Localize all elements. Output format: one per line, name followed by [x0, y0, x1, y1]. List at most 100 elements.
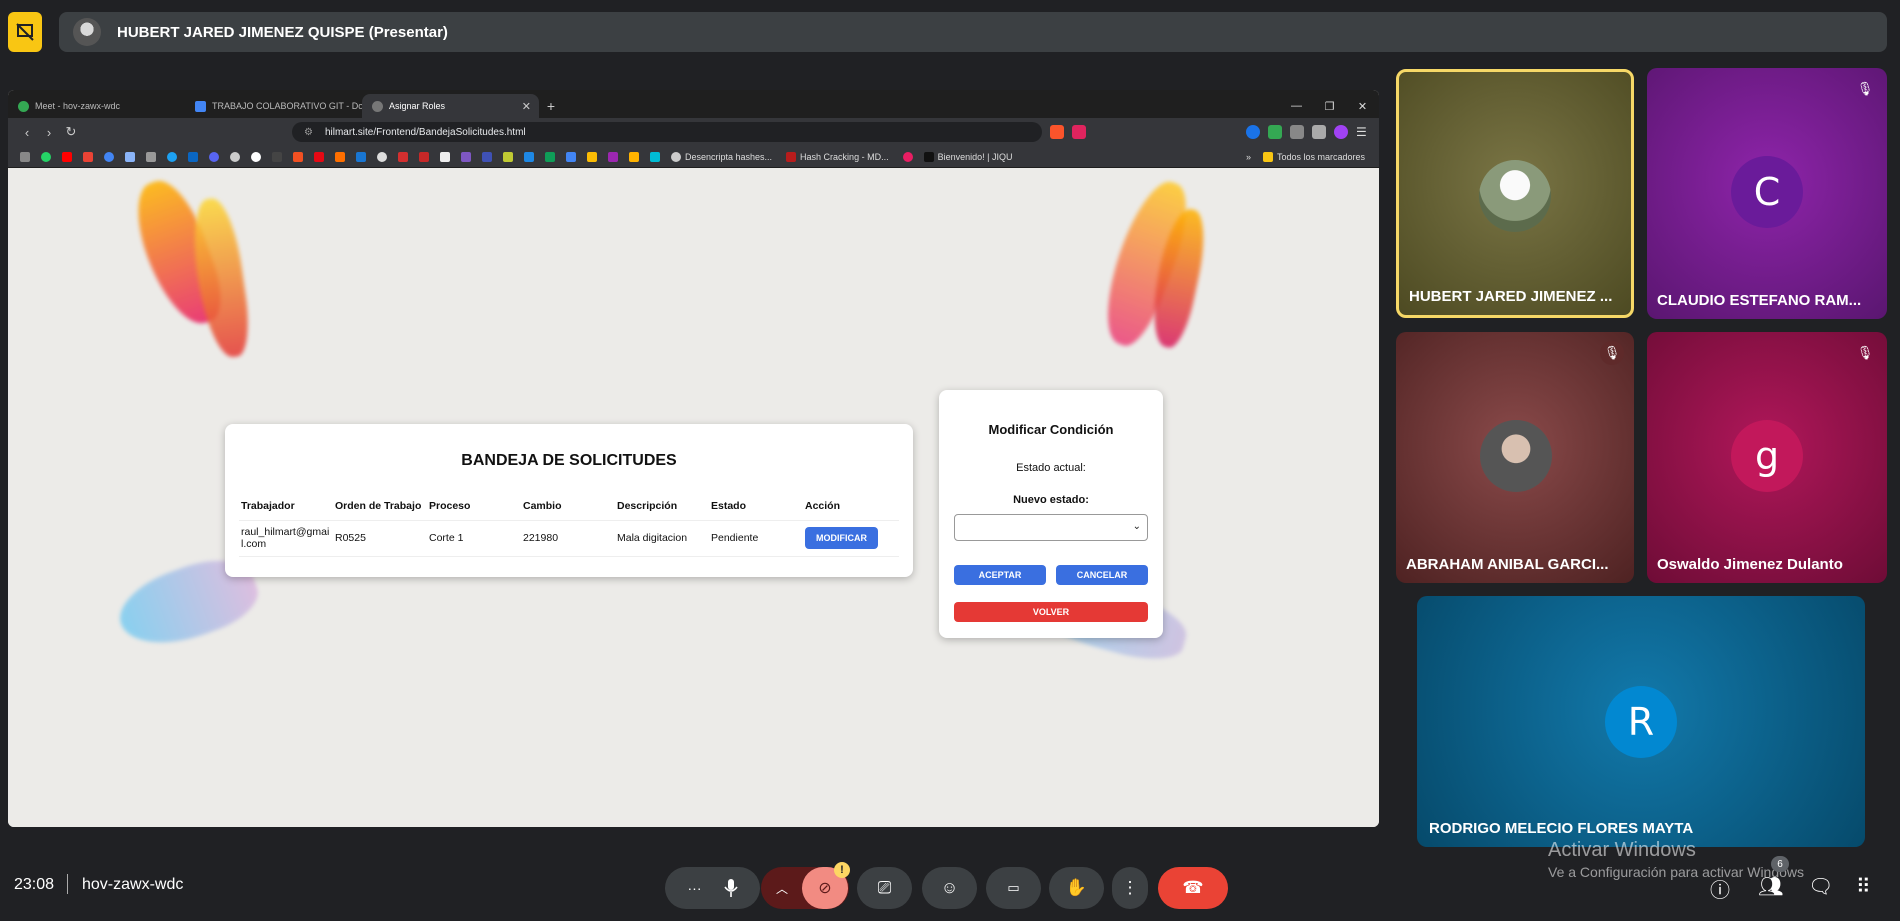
menu-icon[interactable]: ☰: [1356, 125, 1370, 139]
forward-icon[interactable]: ›: [38, 125, 60, 140]
bookmark-icon[interactable]: [440, 151, 450, 162]
bookmark-icon[interactable]: [398, 151, 408, 162]
bookmark-icon[interactable]: [524, 151, 534, 162]
gemini-icon[interactable]: [125, 151, 135, 162]
github-icon[interactable]: [377, 151, 387, 162]
bookmark-icon[interactable]: [419, 151, 429, 162]
mic-off-icon: 🎙︎: [1856, 81, 1874, 96]
mic-off-icon: 🎙︎: [1600, 341, 1624, 365]
modificar-button[interactable]: MODIFICAR: [805, 527, 878, 549]
discord-icon[interactable]: [209, 151, 219, 162]
column-header: Trabajador: [239, 492, 333, 521]
sidebar-icon[interactable]: [1312, 125, 1326, 139]
restore-icon[interactable]: ❐: [1313, 100, 1346, 113]
cell-proceso: Corte 1: [427, 520, 521, 557]
bookmark-desencripta[interactable]: Desencripta hashes...: [671, 151, 772, 162]
bookmark-icon[interactable]: [356, 151, 366, 162]
new-tab-button[interactable]: +: [539, 94, 563, 118]
back-icon[interactable]: ‹: [16, 125, 38, 140]
chat-icon[interactable]: 🗨︎: [1808, 874, 1833, 899]
participant-tile[interactable]: 🎙︎ g Oswaldo Jimenez Dulanto: [1647, 332, 1887, 583]
extension-icon[interactable]: [1268, 125, 1282, 139]
sheets-icon[interactable]: [545, 151, 555, 162]
presentation-icon[interactable]: [8, 12, 42, 52]
avatar: g: [1731, 420, 1803, 492]
table-row: raul_hilmart@gmail.com R0525 Corte 1 221…: [239, 520, 899, 557]
apps-icon[interactable]: [20, 151, 30, 162]
minimize-icon[interactable]: —: [1280, 100, 1313, 112]
cell-estado: Pendiente: [709, 520, 803, 557]
brave-rewards-icon[interactable]: [1072, 125, 1086, 139]
gmail-icon[interactable]: [83, 151, 93, 162]
info-icon[interactable]: ⓘ: [1710, 874, 1730, 903]
bookmark-icon[interactable]: [335, 151, 345, 162]
extension-icon[interactable]: [1246, 125, 1260, 139]
avatar: [1480, 420, 1552, 492]
google-icon[interactable]: [251, 151, 261, 162]
aceptar-button[interactable]: ACEPTAR: [954, 565, 1046, 585]
bookmarks-bar: Desencripta hashes... Hash Cracking - MD…: [8, 146, 1379, 168]
bookmark-icon[interactable]: [629, 151, 639, 162]
bookmark-icon[interactable]: [461, 151, 471, 162]
participant-tile[interactable]: HUBERT JARED JIMENEZ ...: [1396, 69, 1634, 318]
bookmark-icon[interactable]: [482, 151, 492, 162]
bookmark-icon[interactable]: [503, 151, 513, 162]
cancelar-button[interactable]: CANCELAR: [1056, 565, 1148, 585]
bookmark-bienvenido[interactable]: Bienvenido! | JIQU: [923, 151, 1012, 162]
bookmark-icon[interactable]: [104, 151, 114, 162]
all-bookmarks[interactable]: Todos los marcadores: [1262, 151, 1365, 162]
more-actions-button[interactable]: ⋮: [1112, 867, 1148, 909]
people-icon[interactable]: 👥︎: [1758, 874, 1783, 899]
present-screen-button[interactable]: ⎚: [857, 867, 912, 909]
whatsapp-icon[interactable]: [41, 151, 51, 162]
participant-tile[interactable]: R RODRIGO MELECIO FLORES MAYTA: [1417, 596, 1865, 847]
hang-up-icon: ☎: [1182, 878, 1204, 897]
address-bar[interactable]: ⚙ hilmart.site/Frontend/BandejaSolicitud…: [292, 122, 1042, 142]
bookmark-icon[interactable]: [272, 151, 282, 162]
telegram-icon[interactable]: [167, 151, 177, 162]
participant-tile[interactable]: 🎙︎ C CLAUDIO ESTEFANO RAM...: [1647, 68, 1887, 319]
office-icon[interactable]: [293, 151, 303, 162]
microphone-icon[interactable]: [723, 878, 738, 898]
emoji-button[interactable]: ☺: [922, 867, 977, 909]
bookmark-hash-cracking[interactable]: Hash Cracking - MD...: [786, 151, 889, 162]
people-count-badge: 6: [1771, 856, 1789, 872]
participant-name: HUBERT JARED JIMENEZ ...: [1409, 288, 1613, 305]
chatgpt-icon[interactable]: [230, 151, 240, 162]
more-options-icon[interactable]: ···: [688, 880, 702, 896]
leave-call-button[interactable]: ☎: [1158, 867, 1228, 909]
tab-asignar-roles[interactable]: Asignar Roles ✕: [362, 94, 539, 118]
captions-button[interactable]: ▭: [986, 867, 1041, 909]
nuevo-estado-select[interactable]: ⌄: [954, 514, 1148, 541]
brave-shield-icon[interactable]: [1050, 125, 1064, 139]
docs-icon[interactable]: [566, 151, 576, 162]
card-title: BANDEJA DE SOLICITUDES: [461, 452, 677, 469]
close-tab-icon[interactable]: ✕: [522, 100, 531, 113]
url-text: hilmart.site/Frontend/BandejaSolicitudes…: [324, 126, 526, 138]
bookmark-icon[interactable]: [146, 151, 156, 162]
cell-descripcion: Mala digitacion: [615, 520, 709, 557]
bookmark-icon: [786, 151, 797, 162]
reload-icon[interactable]: ↻: [60, 124, 82, 140]
profile-icon[interactable]: [1334, 125, 1348, 139]
youtube-icon[interactable]: [62, 151, 72, 162]
tab-docs[interactable]: TRABAJO COLABORATIVO GIT - Doc: [185, 94, 362, 118]
site-settings-icon[interactable]: ⚙: [304, 127, 313, 138]
bookmark-icon[interactable]: [650, 151, 660, 162]
cell-accion: MODIFICAR: [803, 520, 899, 557]
bookmark-icon[interactable]: [314, 151, 324, 162]
drive-icon[interactable]: [587, 151, 597, 162]
linkedin-icon[interactable]: [188, 151, 198, 162]
puzzle-icon[interactable]: [1290, 125, 1304, 139]
cell-trabajador: raul_hilmart@gmail.com: [239, 520, 333, 557]
apps-grid-icon[interactable]: ⠿: [1856, 874, 1871, 899]
close-window-icon[interactable]: ✕: [1346, 100, 1379, 113]
volver-button[interactable]: VOLVER: [954, 602, 1148, 622]
raise-hand-button[interactable]: ✋: [1049, 867, 1104, 909]
more-bookmarks-icon[interactable]: »: [1246, 152, 1251, 162]
tab-meet[interactable]: Meet - hov-zawx-wdc: [8, 94, 185, 118]
bookmark-icon[interactable]: [608, 151, 618, 162]
participant-tile[interactable]: 🎙︎ ABRAHAM ANIBAL GARCI...: [1396, 332, 1634, 583]
chevron-up-icon[interactable]: ︿: [762, 880, 802, 897]
bookmark-icon[interactable]: [902, 151, 913, 162]
